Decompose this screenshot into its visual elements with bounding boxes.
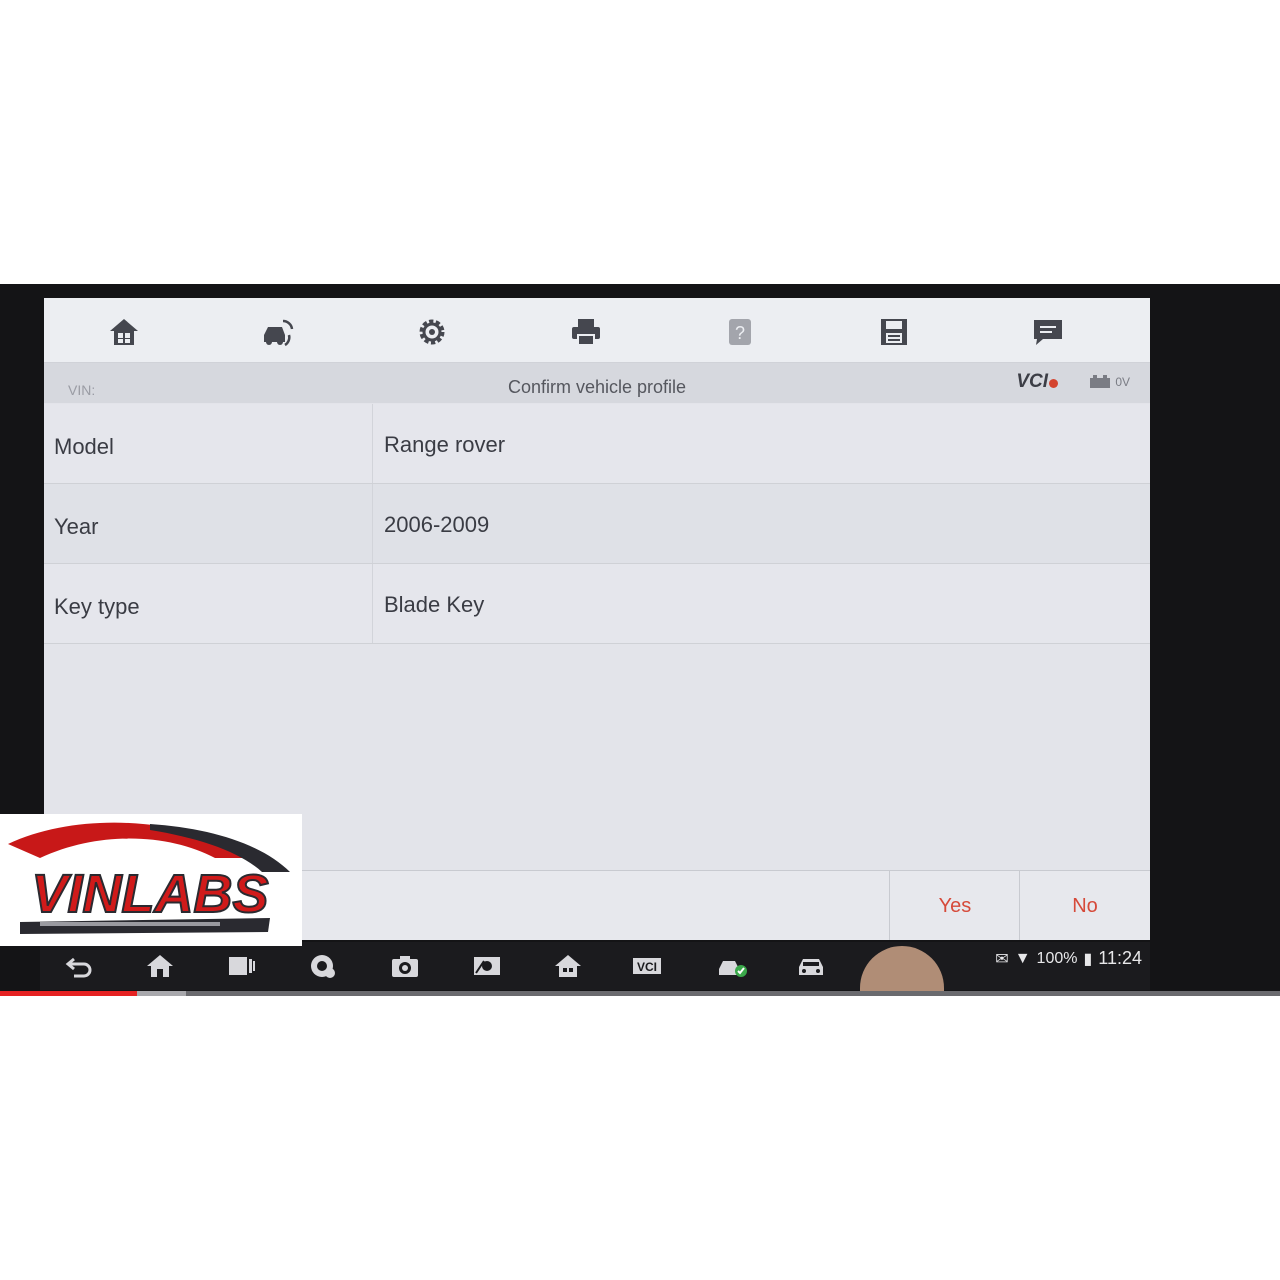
column-divider [372, 564, 373, 643]
logo-text: VINLABS [31, 864, 268, 924]
vehicle-swap-icon[interactable] [258, 312, 298, 352]
gear-icon[interactable] [412, 312, 452, 352]
browser-icon[interactable] [306, 952, 340, 980]
help-icon[interactable]: ? [720, 312, 760, 352]
recent-apps-icon[interactable] [225, 952, 259, 980]
svg-text:?: ? [735, 323, 745, 343]
row-value: Range rover [384, 432, 506, 457]
message-icon: ✉ [995, 950, 1009, 968]
row-value: 2006-2009 [384, 512, 490, 537]
back-icon[interactable] [62, 952, 96, 980]
vci-icon-text: VCI [637, 960, 657, 974]
app-home-icon[interactable] [551, 952, 585, 980]
battery-icon: ▮ [1083, 950, 1093, 968]
page-title: Confirm vehicle profile [507, 377, 687, 397]
no-button[interactable]: No [1019, 871, 1150, 940]
yes-button[interactable]: Yes [889, 871, 1020, 940]
voltage-value: 0V [1115, 375, 1130, 389]
battery-percent: 100% [1036, 949, 1078, 967]
column-divider [372, 404, 373, 483]
table-row: Year 2006-2009 [44, 484, 1150, 564]
clock: 11:24 [1098, 948, 1142, 968]
save-icon[interactable] [874, 312, 914, 352]
column-divider [372, 484, 373, 563]
status-bar: ✉ ▼ 100% ▮ 11:24 [995, 948, 1142, 969]
system-navbar: VCI ✉ ▼ 100% ▮ 11:24 [40, 942, 1150, 990]
vehicle-profile-table: Model Range rover Year 2006-2009 Key typ… [44, 404, 1150, 644]
vci-icon[interactable]: VCI [630, 952, 664, 980]
video-progress [0, 991, 137, 996]
vehicle-icon[interactable] [794, 952, 828, 980]
vci-label: VCI [1016, 371, 1048, 392]
row-label: Key type [54, 594, 140, 619]
home-icon[interactable] [104, 312, 144, 352]
top-toolbar: ? [44, 298, 1150, 363]
vci-status: VCI [1016, 371, 1058, 393]
title-bar: VIN: Confirm vehicle profile VCI 0V [44, 363, 1150, 403]
car-battery-icon [1090, 375, 1111, 388]
vci-status-dot [1049, 379, 1058, 388]
vinlabs-logo: VINLABS [0, 814, 302, 946]
row-label: Model [54, 434, 114, 459]
printer-icon[interactable] [566, 312, 606, 352]
wifi-icon: ▼ [1014, 949, 1031, 967]
video-buffered [137, 991, 186, 996]
display-settings-icon[interactable] [470, 952, 504, 980]
video-progress-bar[interactable] [0, 991, 1280, 996]
row-label: Year [54, 514, 99, 539]
camera-icon[interactable] [388, 952, 422, 980]
home-icon[interactable] [143, 952, 177, 980]
chat-icon[interactable] [1028, 312, 1068, 352]
table-row: Key type Blade Key [44, 564, 1150, 644]
vehicle-check-icon[interactable] [715, 952, 749, 980]
table-row: Model Range rover [44, 404, 1150, 484]
row-value: Blade Key [384, 592, 485, 617]
battery-voltage: 0V [1089, 375, 1130, 389]
